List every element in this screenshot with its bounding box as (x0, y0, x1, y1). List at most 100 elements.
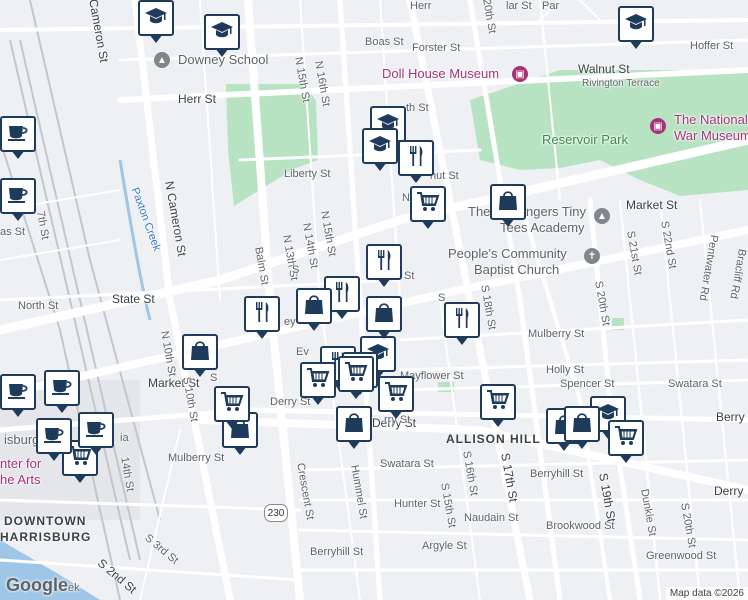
label-fragment-ia: ia (120, 432, 129, 444)
coffee-cup-icon (6, 378, 30, 407)
street-label-swatara-st-east: Swatara St (668, 378, 722, 390)
coffee-cup-icon (50, 374, 74, 403)
label-fragment-ey: ey (284, 316, 296, 328)
shopping-bag-marker[interactable] (490, 184, 526, 227)
school-marker[interactable] (618, 6, 654, 49)
place-national-war-museum-line1[interactable]: The National (674, 112, 748, 127)
cafe-marker[interactable] (0, 178, 36, 221)
school-icon: ▲ (154, 52, 170, 68)
restaurant-marker[interactable] (444, 302, 480, 345)
fork-knife-icon (450, 306, 474, 335)
label-fragment-st: St (404, 270, 415, 282)
shopping-bag-icon (188, 338, 212, 367)
cart-icon (614, 424, 638, 453)
place-center-arts-line2[interactable]: he Arts (0, 472, 40, 487)
street-label-state-st: State St (112, 292, 155, 306)
street-label-walnut-st: Walnut St (578, 62, 630, 76)
street-label-hunter-st: Hunter St (394, 498, 441, 510)
street-label-hoffer-st: Hoffer St (690, 40, 734, 52)
cart-icon (220, 390, 244, 419)
shopping-bag-marker[interactable] (366, 296, 402, 339)
street-label-market-st-east: Market St (626, 198, 678, 212)
coffee-cup-icon (42, 422, 66, 451)
cafe-marker[interactable] (0, 374, 36, 417)
street-label-greenwood-st: Greenwood St (646, 550, 717, 562)
fork-knife-icon (404, 144, 428, 173)
label-fragment-par: Par (542, 0, 560, 12)
district-downtown: DOWNTOWN (4, 514, 87, 528)
place-peoples-church-line1[interactable]: People's Community (448, 246, 567, 261)
place-harrisburg-fragment[interactable]: isburg (4, 432, 39, 447)
church-icon: ✝ (584, 248, 600, 264)
cafe-marker[interactable] (44, 370, 80, 413)
graduation-cap-icon (368, 132, 392, 161)
graduation-cap-icon (144, 4, 168, 33)
label-fragment-herr-top: Herr (410, 0, 432, 12)
district-harrisburg: HARRISBURG (0, 530, 92, 544)
graduation-cap-icon (210, 18, 234, 47)
museum-icon: ▣ (650, 118, 666, 134)
shopping-bag-marker[interactable] (182, 334, 218, 377)
shopping-bag-marker[interactable] (336, 406, 372, 449)
street-label-berry-east: Berry (716, 410, 745, 424)
shopping-bag-icon (570, 410, 594, 439)
school-icon: ▲ (594, 208, 610, 224)
museum-icon: ▣ (512, 66, 528, 82)
shopping-bag-marker[interactable] (564, 406, 600, 449)
grocery-cart-marker[interactable] (480, 384, 516, 427)
street-label-boas-st: Boas St (365, 36, 404, 48)
google-logo[interactable]: Google (6, 575, 68, 596)
label-fragment-nut-st: nut St (430, 170, 459, 182)
restaurant-marker[interactable] (366, 244, 402, 287)
cafe-marker[interactable] (36, 418, 72, 461)
street-label-berryhill-st: Berryhill St (530, 468, 584, 480)
grocery-cart-marker[interactable] (410, 186, 446, 229)
shopping-bag-icon (372, 300, 396, 329)
label-fragment-s-3: S (210, 372, 218, 384)
street-label-holly-st: Holly St (546, 364, 584, 376)
place-center-arts-line1[interactable]: nter for (0, 456, 41, 471)
place-reservoir-park[interactable]: Reservoir Park (542, 132, 628, 147)
street-label-berryhill-st-south: Berryhill St (310, 546, 364, 558)
coffee-cup-icon (6, 120, 30, 149)
street-label-mulberry-st-west: Mulberry St (168, 452, 225, 464)
map-attribution[interactable]: Map data ©2026 (665, 587, 748, 600)
grocery-cart-marker[interactable] (338, 356, 374, 399)
cart-icon (416, 190, 440, 219)
street-label-argyle-st: Argyle St (422, 540, 467, 552)
shopping-bag-icon (342, 410, 366, 439)
grocery-cart-marker[interactable] (300, 362, 336, 405)
street-label-mulberry-st-east: Mulberry St (528, 328, 585, 340)
shopping-bag-icon (496, 188, 520, 217)
street-label-spencer-st: Spencer St (560, 378, 615, 390)
school-marker[interactable] (204, 14, 240, 57)
grocery-cart-marker[interactable] (608, 420, 644, 463)
place-tiny-tees-line2[interactable]: ngers Tiny (526, 204, 586, 219)
restaurant-marker[interactable] (244, 296, 280, 339)
place-peoples-church-line2[interactable]: Baptist Church (474, 262, 559, 277)
shopping-bag-icon (302, 292, 326, 321)
fork-knife-icon (250, 300, 274, 329)
place-tiny-tees-line1[interactable]: The (468, 204, 490, 219)
street-label-naudain-st: Naudain St (464, 512, 519, 524)
shopping-bag-marker[interactable] (296, 288, 332, 331)
fork-knife-icon (330, 280, 354, 309)
restaurant-marker[interactable] (398, 140, 434, 183)
cart-icon (344, 360, 368, 389)
place-national-war-museum-line2[interactable]: War Museum (674, 128, 748, 143)
place-doll-house-museum[interactable]: Doll House Museum (382, 66, 499, 81)
cafe-marker[interactable] (78, 412, 114, 455)
cafe-marker[interactable] (0, 116, 36, 159)
label-fragment-lar-st: lar St (506, 0, 532, 12)
street-label-herr-st: Herr St (178, 92, 217, 106)
district-allison-hill: ALLISON HILL (446, 432, 541, 446)
label-fragment-ek: ek (68, 582, 80, 594)
grocery-cart-marker[interactable] (214, 386, 250, 429)
school-marker[interactable] (138, 0, 174, 43)
fork-knife-icon (372, 248, 396, 277)
street-label-liberty-st: Liberty St (284, 168, 331, 180)
street-label-rivington-terrace: Rivington Terrace (582, 78, 660, 89)
school-marker[interactable] (362, 128, 398, 171)
cart-icon (306, 366, 330, 395)
grocery-cart-marker[interactable] (378, 376, 414, 419)
